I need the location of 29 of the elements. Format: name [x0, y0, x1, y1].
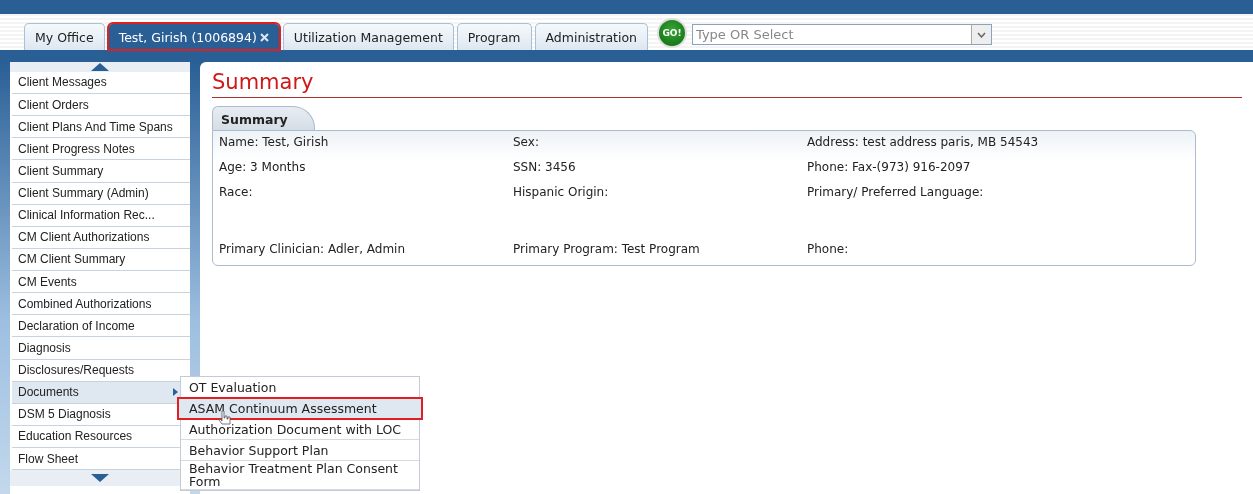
summary-field: Name: Test, Girish: [219, 135, 513, 152]
submenu-arrow-icon: [173, 388, 178, 397]
tab[interactable]: Test, Girish (1006894): [107, 23, 280, 50]
summary-field: Sex:: [513, 135, 807, 152]
tab[interactable]: Utilization Management: [282, 23, 454, 50]
menu-item[interactable]: Behavior Support Plan: [181, 440, 419, 461]
tab[interactable]: Administration: [534, 23, 648, 50]
menu-item[interactable]: ASAM Continuum Assessment: [178, 398, 422, 419]
summary-field: Phone:: [807, 242, 1189, 259]
summary-field: Age: 3 Months: [219, 160, 513, 177]
summary-field: Primary Program: Test Program: [513, 242, 807, 259]
summary-field: Address: test address paris, MB 54543: [807, 135, 1189, 152]
summary-tab[interactable]: Summary: [212, 106, 315, 130]
summary-field: Phone: Fax-(973) 916-2097: [807, 160, 1189, 177]
caret-icon: [977, 31, 986, 38]
menu-item[interactable]: Behavior Treatment Plan Consent Form: [181, 461, 419, 490]
page-title: Summary: [212, 70, 1242, 98]
close-icon[interactable]: [259, 32, 269, 42]
tab[interactable]: My Office: [24, 23, 105, 50]
summary-field: Primary/ Preferred Language:: [807, 185, 1189, 202]
dropdown-button[interactable]: [971, 24, 992, 45]
go-button[interactable]: GO!: [657, 18, 687, 48]
summary-field: SSN: 3456: [513, 160, 807, 177]
summary-field: Race:: [219, 185, 513, 202]
scroll-down-icon[interactable]: [91, 474, 109, 483]
summary-field: Hispanic Origin:: [513, 185, 807, 202]
summary-field: Primary Clinician: Adler, Admin: [219, 242, 513, 259]
search-field[interactable]: Type OR Select: [692, 24, 971, 45]
tab[interactable]: Program: [456, 23, 532, 50]
